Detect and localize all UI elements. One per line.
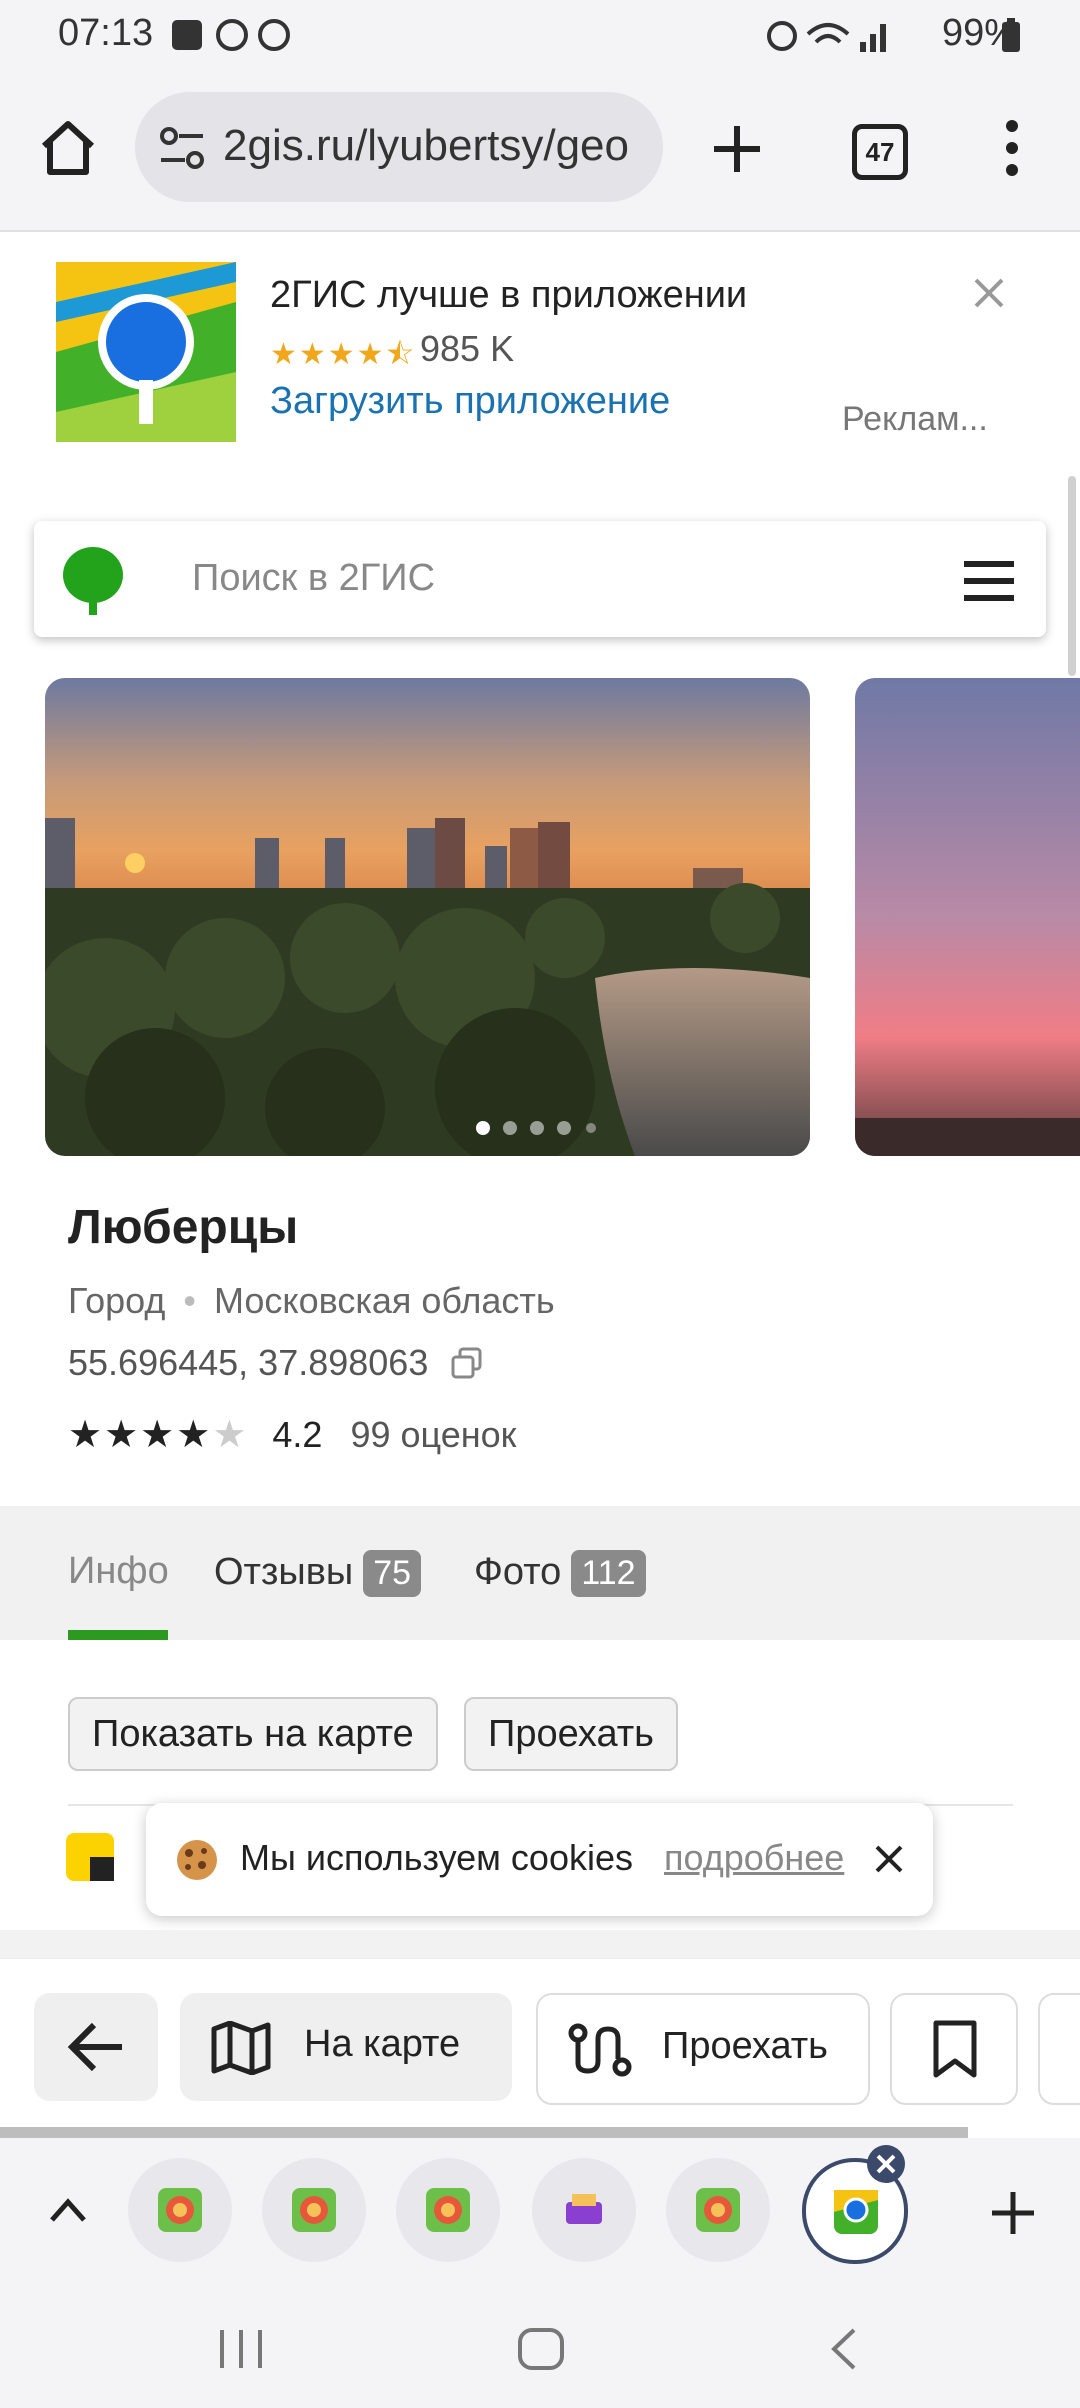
bookmark-button[interactable]: [890, 1993, 1018, 2105]
route-action-button[interactable]: Проехать: [536, 1993, 870, 2105]
tab-switcher-button[interactable]: 47: [852, 124, 908, 180]
bottom-action-bar: На карте Проехать: [0, 1958, 1080, 2139]
tab-favicon: [292, 2188, 336, 2232]
chevron-up-icon[interactable]: [48, 2194, 88, 2224]
copy-icon[interactable]: [450, 1347, 484, 1381]
2gis-logo-icon: [63, 547, 123, 615]
open-tab-1[interactable]: [128, 2158, 232, 2262]
close-ad-icon[interactable]: [972, 276, 1006, 310]
back-button[interactable]: [34, 1993, 158, 2101]
tab-info-label: Инфо: [68, 1550, 169, 1592]
open-tab-5[interactable]: [666, 2158, 770, 2262]
hamburger-menu-icon[interactable]: [964, 559, 1014, 603]
more-menu-icon[interactable]: [998, 118, 1026, 178]
star-icon: ★: [140, 1414, 177, 1456]
taxi-service-icon[interactable]: [66, 1833, 114, 1881]
place-photo-next[interactable]: [855, 678, 1080, 1156]
home-icon[interactable]: [38, 118, 98, 178]
tab-reviews[interactable]: Отзывы 75: [214, 1550, 422, 1597]
sunset-park-photo: [45, 678, 810, 1156]
tab-photos-label: Фото: [474, 1551, 562, 1593]
bookmark-icon: [933, 2020, 977, 2078]
place-type: Город: [68, 1280, 166, 1321]
tab-info[interactable]: Инфо: [68, 1550, 169, 1593]
2gis-tab-favicon: [834, 2190, 878, 2234]
star-icon: ★: [68, 1414, 105, 1456]
on-map-label: На карте: [304, 2023, 461, 2065]
browser-toolbar: 2gis.ru/lyubertsy/geo 47: [0, 70, 1080, 232]
route-action-label: Проехать: [662, 2025, 828, 2067]
pink-sky-photo: [855, 678, 1080, 1156]
rating-count[interactable]: 99 оценок: [350, 1414, 516, 1455]
star-icon: ★: [176, 1414, 213, 1456]
star-icon: ★: [104, 1414, 141, 1456]
more-actions-button[interactable]: [1038, 1993, 1080, 2105]
on-map-button[interactable]: На карте: [180, 1993, 512, 2101]
cookie-text: Мы используем cookies: [240, 1837, 633, 1878]
show-on-map-button[interactable]: Показать на карте: [68, 1697, 438, 1771]
coordinates: 55.696445, 37.898063: [68, 1342, 484, 1384]
content-edge: [0, 1930, 1080, 1958]
app-install-banner: 2ГИС лучше в приложении ★★★★⯪ 985 K Загр…: [0, 232, 1080, 464]
status-signal-icons: [767, 21, 886, 52]
page-scrollbar[interactable]: [1068, 476, 1076, 676]
ad-review-count: 985 K: [420, 328, 515, 369]
tab-favicon: [566, 2194, 602, 2224]
rating-stars: ★★★★★: [68, 1414, 248, 1456]
active-tab-indicator: [68, 1630, 168, 1640]
address-bar[interactable]: 2gis.ru/lyubertsy/geo: [135, 92, 663, 202]
tab-favicon: [426, 2188, 470, 2232]
ad-rating-stars: ★★★★⯪: [270, 338, 416, 371]
new-tab-icon[interactable]: [710, 122, 764, 176]
status-bar: 07:13 99%: [0, 0, 1080, 70]
open-tab-4[interactable]: [532, 2158, 636, 2262]
map-icon: [211, 2021, 271, 2075]
ad-label[interactable]: Реклам...: [842, 400, 988, 439]
status-time: 07:13: [58, 12, 154, 54]
tab-bar: Инфо Отзывы 75 Фото 112: [0, 1506, 1080, 1640]
tab-reviews-label: Отзывы: [214, 1551, 354, 1593]
star-icon: ★: [212, 1414, 249, 1456]
ad-title: 2ГИС лучше в приложении: [270, 274, 748, 316]
status-notification-icons: [172, 19, 290, 51]
url-text: 2gis.ru/lyubertsy/geo: [223, 121, 629, 170]
place-region: Московская область: [214, 1280, 555, 1321]
route-button[interactable]: Проехать: [464, 1697, 678, 1771]
tab-photos[interactable]: Фото 112: [474, 1550, 646, 1597]
cookie-more-link[interactable]: подробнее: [664, 1837, 844, 1879]
add-tab-icon[interactable]: [990, 2190, 1036, 2236]
system-nav-bar: [0, 2288, 1080, 2408]
tab-favicon: [158, 2188, 202, 2232]
rating-value: 4.2: [272, 1414, 323, 1455]
open-tab-3[interactable]: [396, 2158, 500, 2262]
photos-count-badge: 112: [571, 1550, 646, 1597]
battery-icon: [1002, 18, 1020, 52]
install-app-link[interactable]: Загрузить приложение: [270, 380, 670, 423]
arrow-left-icon: [67, 2022, 122, 2072]
route-icon: [568, 2023, 632, 2077]
tab-favicon: [696, 2188, 740, 2232]
back-nav-icon[interactable]: [826, 2326, 862, 2372]
search-input[interactable]: Поиск в 2ГИС: [192, 557, 435, 600]
coordinates-text: 55.696445, 37.898063: [68, 1342, 429, 1383]
site-settings-icon[interactable]: [159, 126, 205, 172]
browser-tab-strip: [0, 2138, 1080, 2288]
place-rating: ★★★★★ 4.2 99 оценок: [68, 1412, 516, 1457]
cookie-icon: [177, 1840, 217, 1880]
home-nav-icon[interactable]: [516, 2326, 566, 2372]
2gis-app-logo: [56, 262, 236, 442]
open-tab-2[interactable]: [262, 2158, 366, 2262]
search-bar[interactable]: Поиск в 2ГИС: [34, 521, 1046, 637]
cookie-banner: Мы используем cookies подробнее: [146, 1803, 933, 1916]
place-subtitle: Город • Московская область: [68, 1280, 555, 1322]
place-title: Люберцы: [68, 1201, 299, 1254]
separator-dot: •: [183, 1280, 196, 1321]
recent-apps-icon[interactable]: [216, 2326, 266, 2372]
reviews-count-badge: 75: [363, 1550, 422, 1597]
place-photo[interactable]: [45, 678, 810, 1156]
close-tab-icon[interactable]: [866, 2144, 906, 2184]
close-cookie-icon[interactable]: [873, 1843, 905, 1875]
